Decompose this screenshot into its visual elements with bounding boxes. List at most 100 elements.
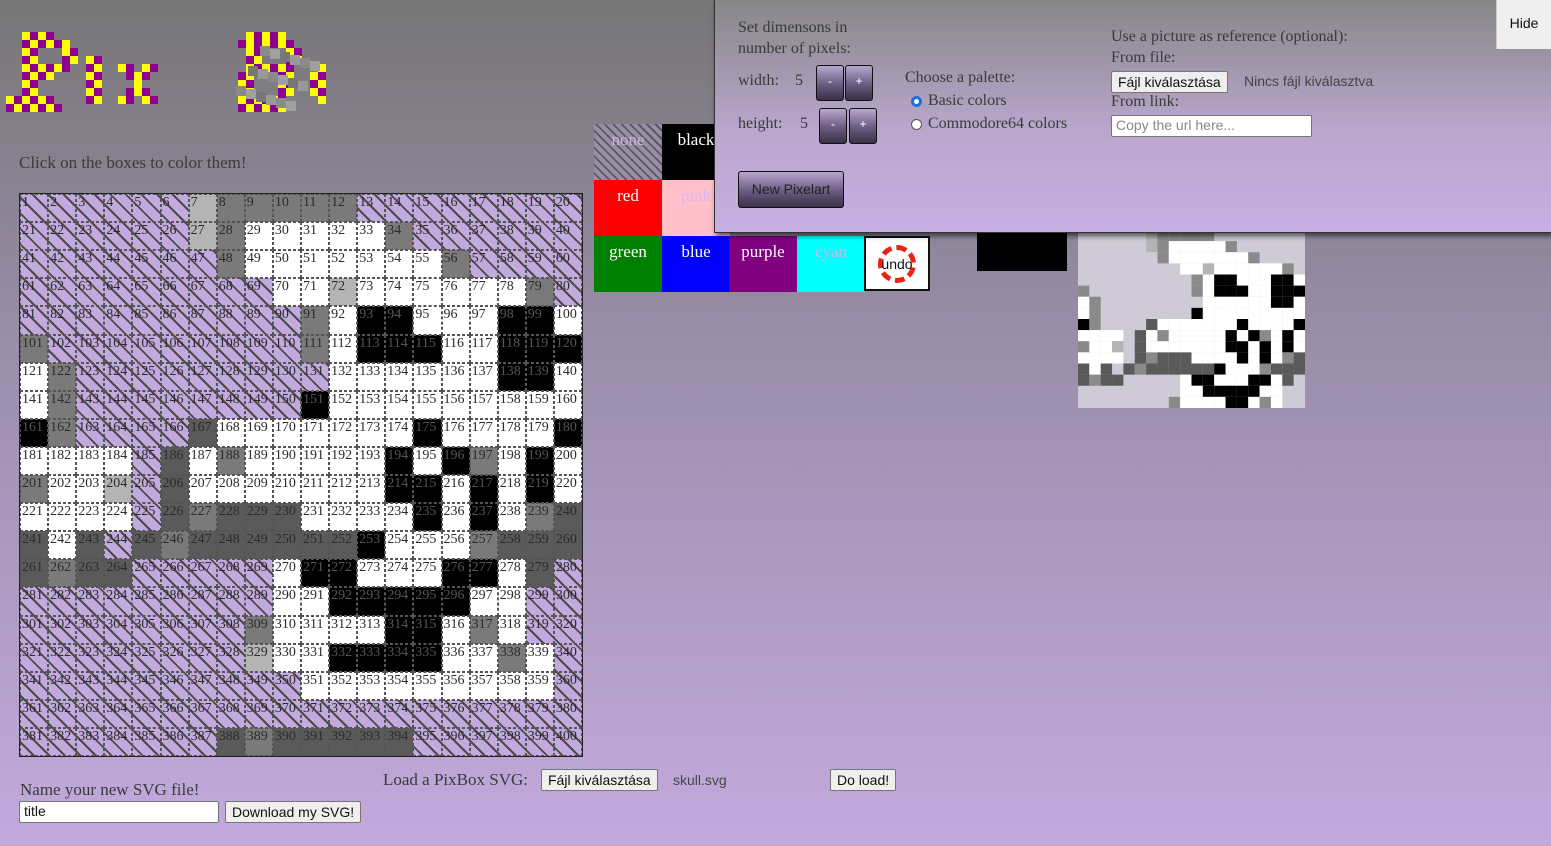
grid-cell[interactable]: 215: [413, 475, 442, 504]
grid-cell[interactable]: 397: [469, 727, 498, 756]
grid-cell[interactable]: 334: [385, 643, 414, 672]
grid-cell[interactable]: 76: [441, 278, 470, 307]
grid-cell[interactable]: 390: [272, 727, 301, 756]
grid-cell[interactable]: 325: [132, 643, 161, 672]
grid-cell[interactable]: 134: [385, 362, 414, 391]
grid-cell[interactable]: 42: [48, 250, 77, 279]
grid-cell[interactable]: 154: [385, 390, 414, 419]
grid-cell[interactable]: 130: [272, 362, 301, 391]
grid-cell[interactable]: 3: [76, 194, 105, 223]
grid-cell[interactable]: 386: [160, 727, 189, 756]
grid-cell[interactable]: 120: [553, 334, 582, 363]
grid-cell[interactable]: 240: [553, 503, 582, 532]
grid-cell[interactable]: 399: [525, 727, 554, 756]
grid-cell[interactable]: 395: [413, 727, 442, 756]
grid-cell[interactable]: 160: [553, 390, 582, 419]
grid-cell[interactable]: 323: [76, 643, 105, 672]
grid-cell[interactable]: 400: [553, 727, 582, 756]
grid-cell[interactable]: 156: [441, 390, 470, 419]
grid-cell[interactable]: 234: [385, 503, 414, 532]
grid-cell[interactable]: 210: [272, 475, 301, 504]
grid-cell[interactable]: 94: [385, 306, 414, 335]
grid-cell[interactable]: 273: [357, 559, 386, 588]
grid-cell[interactable]: 49: [244, 250, 273, 279]
grid-cell[interactable]: 278: [497, 559, 526, 588]
grid-cell[interactable]: 354: [385, 671, 414, 700]
grid-cell[interactable]: 13: [357, 194, 386, 223]
grid-cell[interactable]: 108: [216, 334, 245, 363]
grid-cell[interactable]: 114: [385, 334, 414, 363]
grid-cell[interactable]: 270: [272, 559, 301, 588]
grid-cell[interactable]: 117: [469, 334, 498, 363]
grid-cell[interactable]: 363: [76, 699, 105, 728]
grid-cell[interactable]: 338: [497, 643, 526, 672]
grid-cell[interactable]: 113: [357, 334, 386, 363]
grid-cell[interactable]: 256: [441, 531, 470, 560]
grid-cell[interactable]: 339: [525, 643, 554, 672]
palette-c64-radio[interactable]: [911, 119, 922, 130]
grid-cell[interactable]: 7: [188, 194, 217, 223]
grid-cell[interactable]: 184: [104, 446, 133, 475]
grid-cell[interactable]: 312: [329, 615, 358, 644]
grid-cell[interactable]: 209: [244, 475, 273, 504]
grid-cell[interactable]: 391: [301, 727, 330, 756]
palette-basic-radio[interactable]: [911, 96, 922, 107]
grid-cell[interactable]: 65: [132, 278, 161, 307]
grid-cell[interactable]: 317: [469, 615, 498, 644]
grid-cell[interactable]: 329: [244, 643, 273, 672]
grid-cell[interactable]: 64: [104, 278, 133, 307]
swatch-blue[interactable]: blue: [662, 236, 730, 292]
grid-cell[interactable]: 313: [357, 615, 386, 644]
grid-cell[interactable]: 91: [301, 306, 330, 335]
grid-cell[interactable]: 192: [329, 446, 358, 475]
grid-cell[interactable]: 360: [553, 671, 582, 700]
grid-cell[interactable]: 349: [244, 671, 273, 700]
grid-cell[interactable]: 99: [525, 306, 554, 335]
grid-cell[interactable]: 31: [301, 222, 330, 251]
swatch-cyan[interactable]: cyan: [797, 236, 865, 292]
grid-cell[interactable]: 262: [48, 559, 77, 588]
grid-cell[interactable]: 53: [357, 250, 386, 279]
grid-cell[interactable]: 38: [497, 222, 526, 251]
pixel-grid[interactable]: 1 2 3 4 5 6 7 8 9 10 11 12 13 14 15 16 17 18 19 20 21 22 23 24 2…: [19, 193, 583, 757]
grid-cell[interactable]: 280: [553, 559, 582, 588]
grid-cell[interactable]: 60: [553, 250, 582, 279]
grid-cell[interactable]: 24: [104, 222, 133, 251]
grid-cell[interactable]: 216: [441, 475, 470, 504]
grid-cell[interactable]: 61: [20, 278, 49, 307]
grid-cell[interactable]: 206: [160, 475, 189, 504]
grid-cell[interactable]: 362: [48, 699, 77, 728]
grid-cell[interactable]: 101: [20, 334, 49, 363]
grid-cell[interactable]: 367: [188, 699, 217, 728]
grid-cell[interactable]: 121: [20, 362, 49, 391]
grid-cell[interactable]: 388: [216, 727, 245, 756]
grid-cell[interactable]: 193: [357, 446, 386, 475]
grid-cell[interactable]: 261: [20, 559, 49, 588]
grid-cell[interactable]: 52: [329, 250, 358, 279]
grid-cell[interactable]: 40: [553, 222, 582, 251]
grid-cell[interactable]: 187: [188, 446, 217, 475]
grid-cell[interactable]: 136: [441, 362, 470, 391]
grid-cell[interactable]: 93: [357, 306, 386, 335]
grid-cell[interactable]: 320: [553, 615, 582, 644]
grid-cell[interactable]: 318: [497, 615, 526, 644]
grid-cell[interactable]: 201: [20, 475, 49, 504]
grid-cell[interactable]: 333: [357, 643, 386, 672]
grid-cell[interactable]: 372: [329, 699, 358, 728]
grid-cell[interactable]: 277: [469, 559, 498, 588]
grid-cell[interactable]: 199: [525, 446, 554, 475]
grid-cell[interactable]: 326: [160, 643, 189, 672]
grid-cell[interactable]: 46: [160, 250, 189, 279]
grid-cell[interactable]: 359: [525, 671, 554, 700]
grid-cell[interactable]: 281: [20, 587, 49, 616]
width-minus-button[interactable]: -: [816, 65, 844, 101]
grid-cell[interactable]: 371: [301, 699, 330, 728]
grid-cell[interactable]: 84: [104, 306, 133, 335]
grid-cell[interactable]: 112: [329, 334, 358, 363]
grid-cell[interactable]: 308: [216, 615, 245, 644]
grid-cell[interactable]: 188: [216, 446, 245, 475]
grid-cell[interactable]: 272: [329, 559, 358, 588]
grid-cell[interactable]: 95: [413, 306, 442, 335]
grid-cell[interactable]: 153: [357, 390, 386, 419]
grid-cell[interactable]: 275: [413, 559, 442, 588]
